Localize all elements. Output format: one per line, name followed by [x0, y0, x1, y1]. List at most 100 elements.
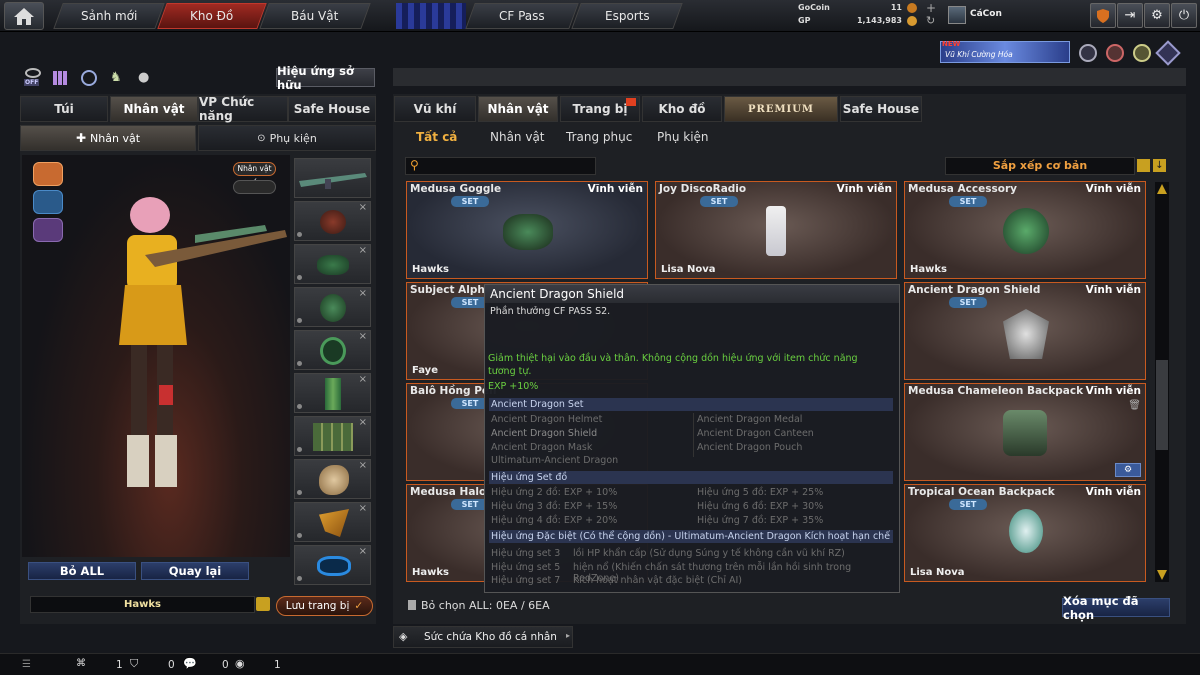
left-tab-character[interactable]: Nhân vật: [110, 96, 198, 122]
status-bar: [0, 653, 1200, 675]
banner-text: Vũ Khí Cường Hóa: [945, 50, 1013, 59]
event-icon-4[interactable]: [1155, 40, 1181, 66]
scroll-down-icon[interactable]: [1157, 570, 1167, 580]
shield-outline-icon[interactable]: ⛉: [130, 657, 138, 671]
nav-tab-esports[interactable]: Esports: [571, 3, 683, 29]
left-tab-vp[interactable]: VP Chức năng: [198, 95, 288, 123]
equip-slot-medal[interactable]: ×: [294, 330, 371, 370]
left-tab-safe-house[interactable]: Safe House: [288, 96, 376, 122]
globe-icon[interactable]: ◉: [235, 657, 245, 670]
subtab-character[interactable]: Nhân vật: [490, 130, 545, 144]
trash-small-icon[interactable]: [408, 600, 416, 610]
item-card[interactable]: Medusa Accessory Vĩnh viễn SET Hawks: [904, 181, 1146, 279]
visibility-toggle[interactable]: [233, 180, 276, 194]
delete-selected-button[interactable]: Xóa mục đã chọn: [1062, 594, 1170, 622]
event-icon-1[interactable]: [1079, 44, 1097, 62]
character-figure: [119, 197, 287, 487]
chat-icon[interactable]: 💬: [183, 657, 197, 670]
item-card[interactable]: Tropical Ocean Backpack Vĩnh viễn SET Lisa…: [904, 484, 1146, 582]
scroll-thumb[interactable]: [1156, 360, 1168, 450]
equip-slot-backpack[interactable]: ×: [294, 545, 371, 585]
weapon-slot[interactable]: [294, 158, 371, 198]
binoculars-icon[interactable]: ⌘: [76, 658, 86, 669]
left-subtab-character[interactable]: ✚ Nhân vật: [20, 125, 196, 151]
subtab-all[interactable]: Tất cả: [416, 130, 457, 144]
list-icon[interactable]: ☰: [22, 659, 31, 670]
nav-tab-cf-pass[interactable]: CF Pass: [465, 3, 579, 29]
special-key: Hiệu ứng set 7: [491, 575, 561, 586]
equip-slot-pouch[interactable]: ×: [294, 416, 371, 456]
equip-slot-accessory[interactable]: ×: [294, 287, 371, 327]
avatar[interactable]: [948, 6, 966, 24]
equip-slot-pet[interactable]: ×: [294, 459, 371, 499]
skin-slot-3-icon[interactable]: [33, 218, 63, 242]
refresh-icon[interactable]: ↻: [926, 14, 935, 27]
toggle-effects-icon[interactable]: OFF: [24, 68, 44, 88]
item-card[interactable]: Medusa Chameleon Backpack Vĩnh viễn 🗑 ⚙: [904, 383, 1146, 481]
trash-icon: 🗑: [1128, 400, 1141, 411]
equip-slot-goggle[interactable]: ×: [294, 244, 371, 284]
stats-icon[interactable]: [53, 71, 67, 85]
home-button[interactable]: [4, 2, 44, 30]
nav-tab-lobby[interactable]: Sảnh mới: [53, 3, 165, 29]
history-icon[interactable]: [81, 70, 97, 86]
right-tab-storage[interactable]: Kho đồ: [642, 96, 722, 122]
back-button[interactable]: Quay lại: [141, 562, 249, 580]
storage-capacity-bar[interactable]: ◈ Sức chứa Kho đồ cá nhân ▸: [393, 626, 573, 648]
status-count-2: 0: [168, 659, 175, 671]
right-tab-weapons[interactable]: Vũ khí: [394, 96, 476, 122]
event-icon-2[interactable]: [1106, 44, 1124, 62]
gp-value: 1,143,983: [856, 16, 902, 25]
new-gift-icon: [626, 98, 636, 106]
owned-effects-button[interactable]: Hiệu ứng sở hữu: [276, 64, 375, 92]
exit-icon[interactable]: ⇥: [1117, 3, 1143, 28]
sort-list-icon[interactable]: [1137, 159, 1150, 172]
medal-icon: [1003, 208, 1049, 254]
layers-icon: ◈: [399, 630, 408, 643]
mouse-icon[interactable]: ●: [138, 70, 154, 86]
weapon-upgrade-banner[interactable]: NEW Vũ Khí Cường Hóa: [940, 40, 1070, 63]
nav-tab-treasure[interactable]: Báu Vật: [259, 3, 371, 29]
scroll-up-icon[interactable]: [1157, 184, 1167, 194]
search-input[interactable]: ⚲: [405, 157, 596, 175]
shield-badge-icon[interactable]: [1090, 3, 1116, 28]
home-icon: [14, 8, 34, 25]
skin-slot-2-icon[interactable]: [33, 190, 63, 214]
sort-dropdown[interactable]: Sắp xếp cơ bản: [945, 157, 1135, 175]
set-item: Ancient Dragon Pouch: [697, 442, 803, 453]
left-subtab-accessory[interactable]: ⊙ Phụ kiện: [198, 125, 376, 151]
event-icon-3[interactable]: [1133, 44, 1151, 62]
equip-slot-canteen[interactable]: ×: [294, 373, 371, 413]
subtab-costume[interactable]: Trang phục: [566, 130, 632, 144]
equip-slot-mask[interactable]: ×: [294, 201, 371, 241]
item-card[interactable]: Medusa Goggle Vĩnh viễn SET Hawks: [406, 181, 648, 279]
right-tab-character[interactable]: Nhân vật: [478, 96, 558, 122]
add-currency-icon[interactable]: +: [926, 1, 936, 15]
character-tag[interactable]: Nhân vật ✓: [233, 162, 276, 185]
set-item: Ancient Dragon Mask: [491, 442, 593, 453]
item-card[interactable]: Ancient Dragon Shield Vĩnh viễn SET: [904, 282, 1146, 380]
radio-icon: [766, 206, 786, 256]
skin-slot-1-icon[interactable]: [33, 162, 63, 186]
special-key: Hiệu ứng set 5: [491, 562, 561, 573]
save-equipment-button[interactable]: Lưu trang bị ✓: [276, 596, 373, 616]
power-icon[interactable]: ⏻: [1171, 3, 1197, 28]
remove-all-button[interactable]: Bỏ ALL: [28, 562, 136, 580]
subtab-accessory[interactable]: Phụ kiện: [657, 130, 709, 144]
right-tab-safe-house[interactable]: Safe House: [840, 96, 922, 122]
sort-direction-icon[interactable]: ↓: [1153, 159, 1166, 172]
equip-slot-wing[interactable]: ×: [294, 502, 371, 542]
menu-icon[interactable]: [256, 597, 270, 611]
shield-icon: [1003, 309, 1049, 359]
right-tab-premium[interactable]: PREMIUM: [724, 96, 838, 122]
gp-icon: [907, 16, 917, 26]
select-status: Bỏ chọn ALL: 0EA / 6EA: [421, 599, 550, 612]
settings-icon[interactable]: ⚙: [1115, 463, 1141, 477]
character-name-field[interactable]: Hawks: [30, 596, 255, 613]
nav-tab-inventory[interactable]: Kho Đồ: [157, 3, 267, 29]
item-card[interactable]: Joy DiscoRadio Vĩnh viễn SET Lisa Nova: [655, 181, 897, 279]
gear-icon[interactable]: ⚙: [1144, 3, 1170, 28]
character-icon[interactable]: ♞: [110, 70, 126, 86]
scrollbar[interactable]: [1155, 182, 1169, 582]
left-tab-bag[interactable]: Túi: [20, 96, 108, 122]
